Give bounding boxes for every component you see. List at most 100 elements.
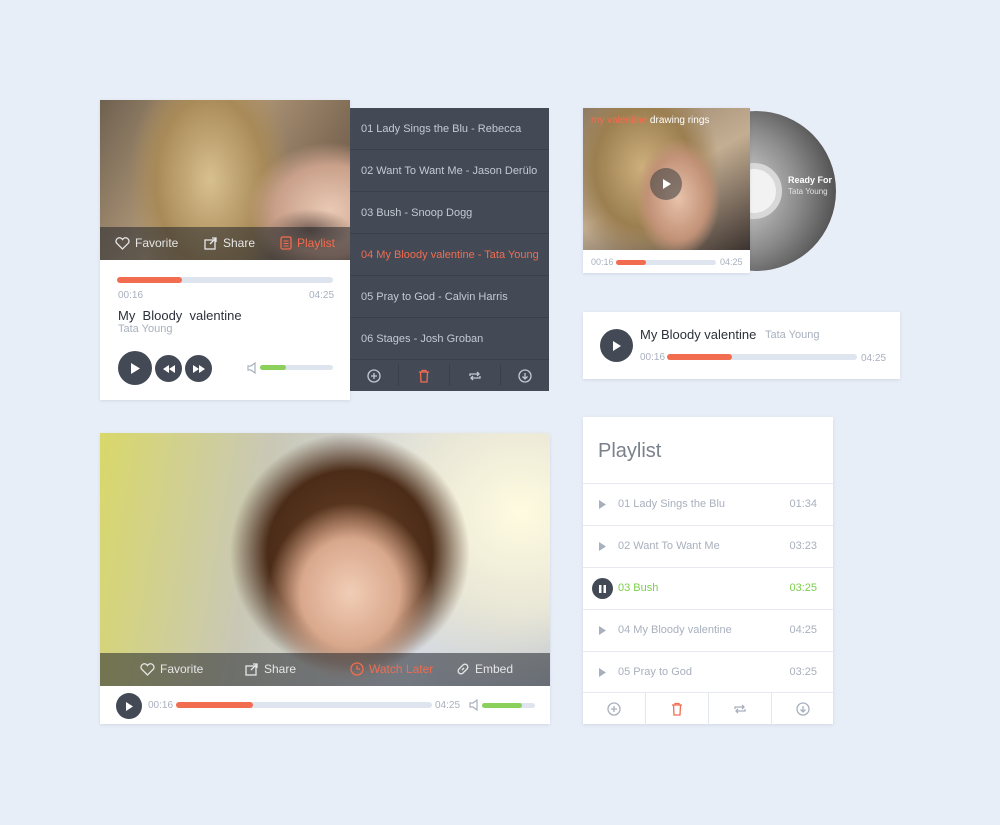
repeat-icon: [734, 704, 746, 713]
caption-rest: drawing rings: [649, 115, 710, 126]
cover-play-button[interactable]: [650, 168, 682, 200]
download-button[interactable]: [772, 693, 833, 724]
light-playlist-card: Playlist 01 Lady Sings the Blu 01:34 02 …: [583, 417, 833, 725]
row-duration: 03:25: [789, 666, 817, 678]
time-total: 04:25: [309, 290, 335, 301]
playlist-button[interactable]: Playlist: [280, 236, 335, 250]
video-frame[interactable]: [100, 433, 550, 686]
delete-button[interactable]: [646, 693, 708, 724]
heart-icon: [115, 236, 130, 250]
play-small-icon: [599, 542, 606, 551]
volume-track[interactable]: [260, 365, 333, 370]
time-current: 00:16: [640, 352, 666, 363]
playlist-row-active[interactable]: 03 Bush 03:25: [583, 567, 833, 609]
pause-button[interactable]: [592, 578, 613, 599]
playlist-item-active[interactable]: 04 My Bloody valentine - Tata Young: [350, 234, 549, 276]
progress-fill: [117, 277, 182, 283]
download-button[interactable]: [501, 360, 549, 391]
progress-fill: [176, 702, 253, 708]
disc-text-2: Tata Young: [788, 187, 828, 196]
row-title: 02 Want To Want Me: [618, 540, 720, 552]
volume-icon[interactable]: [247, 362, 258, 374]
download-icon: [795, 701, 810, 716]
play-small-icon: [599, 668, 606, 677]
delete-button[interactable]: [399, 360, 449, 391]
add-button[interactable]: [583, 693, 645, 724]
video-player-card: Favorite Share Watch Later Embed 00:16 0…: [100, 433, 550, 724]
rewind-button[interactable]: [155, 355, 182, 382]
mini-player-card: My Bloody valentine Tata Young 00:16 04:…: [583, 312, 900, 379]
repeat-button[interactable]: [709, 693, 771, 724]
dark-playlist-toolbar: [350, 360, 549, 391]
row-title: 04 My Bloody valentine: [618, 624, 732, 636]
time-total: 04:25: [861, 353, 887, 364]
row-title: 05 Pray to God: [618, 666, 692, 678]
repeat-button[interactable]: [450, 360, 500, 391]
favorite-label: Favorite: [160, 662, 204, 676]
playlist-label: Playlist: [297, 236, 336, 250]
volume-track[interactable]: [482, 703, 535, 708]
share-button[interactable]: Share: [204, 236, 255, 250]
row-duration: 03:25: [789, 582, 817, 594]
favorite-button[interactable]: Favorite: [140, 662, 203, 676]
playlist-item[interactable]: 01 Lady Sings the Blu - Rebecca: [350, 108, 549, 150]
progress-track[interactable]: [117, 277, 333, 283]
video-action-bar: Favorite Share Watch Later Embed: [100, 653, 550, 686]
playlist-row[interactable]: 04 My Bloody valentine 04:25: [583, 609, 833, 651]
cover-caption: my valentine drawing rings: [591, 115, 709, 126]
play-button[interactable]: [600, 329, 633, 362]
playlist-item[interactable]: 05 Pray to God - Calvin Harris: [350, 276, 549, 318]
song-artist: Tata Young: [765, 329, 820, 341]
row-duration: 03:23: [789, 540, 817, 552]
album-disc-player-card: my valentine drawing rings 00:16 04:25: [583, 108, 750, 273]
add-button[interactable]: [350, 360, 398, 391]
watch-later-button[interactable]: Watch Later: [350, 662, 433, 676]
song-artist: Tata Young: [118, 323, 173, 335]
embed-button[interactable]: Embed: [456, 662, 513, 676]
share-icon: [204, 236, 217, 250]
play-icon: [662, 179, 671, 189]
playlist-row[interactable]: 02 Want To Want Me 03:23: [583, 525, 833, 567]
row-title: 01 Lady Sings the Blu: [618, 498, 726, 510]
row-duration: 04:25: [789, 624, 817, 636]
album-player-card: Favorite Share Playlist 00:16 04:25 My B…: [100, 100, 350, 400]
progress-track[interactable]: [616, 260, 716, 265]
dark-playlist-panel: 01 Lady Sings the Blu - Rebecca 02 Want …: [350, 108, 549, 391]
time-total: 04:25: [720, 257, 743, 267]
time-current: 00:16: [118, 290, 144, 301]
caption-highlight: my valentine: [591, 115, 648, 126]
link-icon: [457, 663, 469, 675]
fast-forward-button[interactable]: [185, 355, 212, 382]
song-title: My Bloody valentine: [640, 327, 757, 342]
play-icon: [126, 701, 133, 711]
playlist-icon: [280, 236, 292, 250]
trash-icon: [419, 369, 429, 383]
playlist-item[interactable]: 03 Bush - Snoop Dogg: [350, 192, 549, 234]
add-icon: [607, 701, 621, 716]
share-icon: [245, 662, 258, 676]
progress-track[interactable]: [176, 702, 432, 708]
play-small-icon: [599, 500, 606, 509]
favorite-label: Favorite: [135, 236, 179, 250]
play-small-icon: [599, 626, 606, 635]
progress-track[interactable]: [667, 354, 857, 360]
playlist-row[interactable]: 05 Pray to God 03:25: [583, 651, 833, 693]
play-button[interactable]: [116, 693, 142, 719]
time-current: 00:16: [148, 700, 174, 711]
light-playlist-toolbar: [583, 692, 833, 725]
playlist-item[interactable]: 02 Want To Want Me - Jason Derülo: [350, 150, 549, 192]
volume-icon[interactable]: [469, 699, 480, 711]
play-icon: [131, 362, 140, 374]
cover-action-bar: Favorite Share Playlist: [100, 227, 350, 260]
share-button[interactable]: Share: [245, 662, 296, 676]
watch-later-label: Watch Later: [369, 662, 434, 676]
playlist-row[interactable]: 01 Lady Sings the Blu 01:34: [583, 483, 833, 525]
favorite-button[interactable]: Favorite: [115, 236, 178, 250]
disc-text-1: Ready For: [788, 175, 833, 185]
playlist-item[interactable]: 06 Stages - Josh Groban: [350, 318, 549, 360]
volume-fill: [260, 365, 286, 370]
time-total: 04:25: [435, 700, 461, 711]
share-label: Share: [223, 236, 256, 250]
time-current: 00:16: [591, 257, 614, 267]
play-button[interactable]: [118, 351, 152, 385]
